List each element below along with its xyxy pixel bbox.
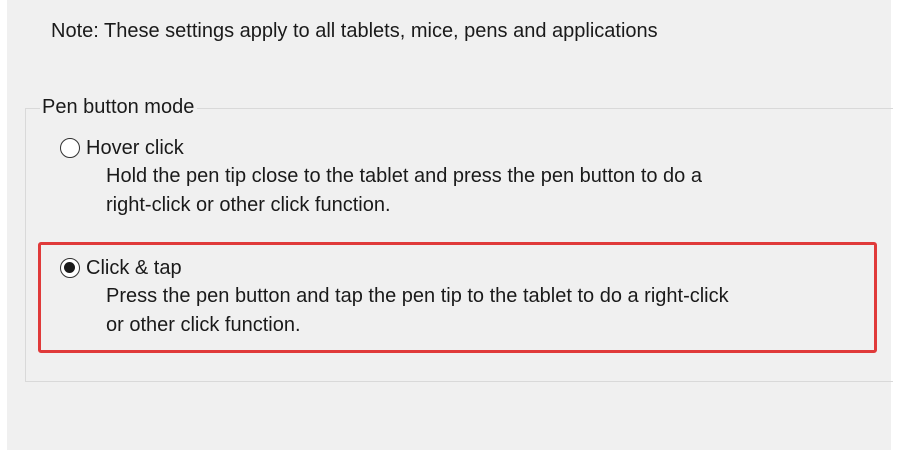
- click-and-tap-label[interactable]: Click & tap: [86, 254, 182, 282]
- click-and-tap-radio[interactable]: [60, 258, 80, 278]
- hover-click-radio[interactable]: [60, 138, 80, 158]
- hover-click-description-line: right-click or other click function.: [106, 194, 391, 216]
- pen-button-mode-label: Pen button mode: [40, 94, 198, 120]
- note-text: Note: These settings apply to all tablet…: [51, 20, 658, 42]
- hover-click-description-line: Hold the pen tip close to the tablet and…: [106, 165, 702, 187]
- click-and-tap-description-line: Press the pen button and tap the pen tip…: [106, 285, 729, 307]
- settings-page: Note: These settings apply to all tablet…: [0, 0, 897, 450]
- hover-click-option: Hover click Hold the pen tip close to th…: [60, 134, 702, 220]
- click-and-tap-option: Click & tap Press the pen button and tap…: [60, 254, 729, 340]
- hover-click-radio-row[interactable]: Hover click: [60, 134, 702, 162]
- hover-click-description: Hold the pen tip close to the tablet and…: [106, 162, 702, 220]
- click-and-tap-radio-row[interactable]: Click & tap: [60, 254, 729, 282]
- hover-click-label[interactable]: Hover click: [86, 134, 184, 162]
- click-and-tap-description-line: or other click function.: [106, 314, 301, 336]
- click-and-tap-description: Press the pen button and tap the pen tip…: [106, 282, 729, 340]
